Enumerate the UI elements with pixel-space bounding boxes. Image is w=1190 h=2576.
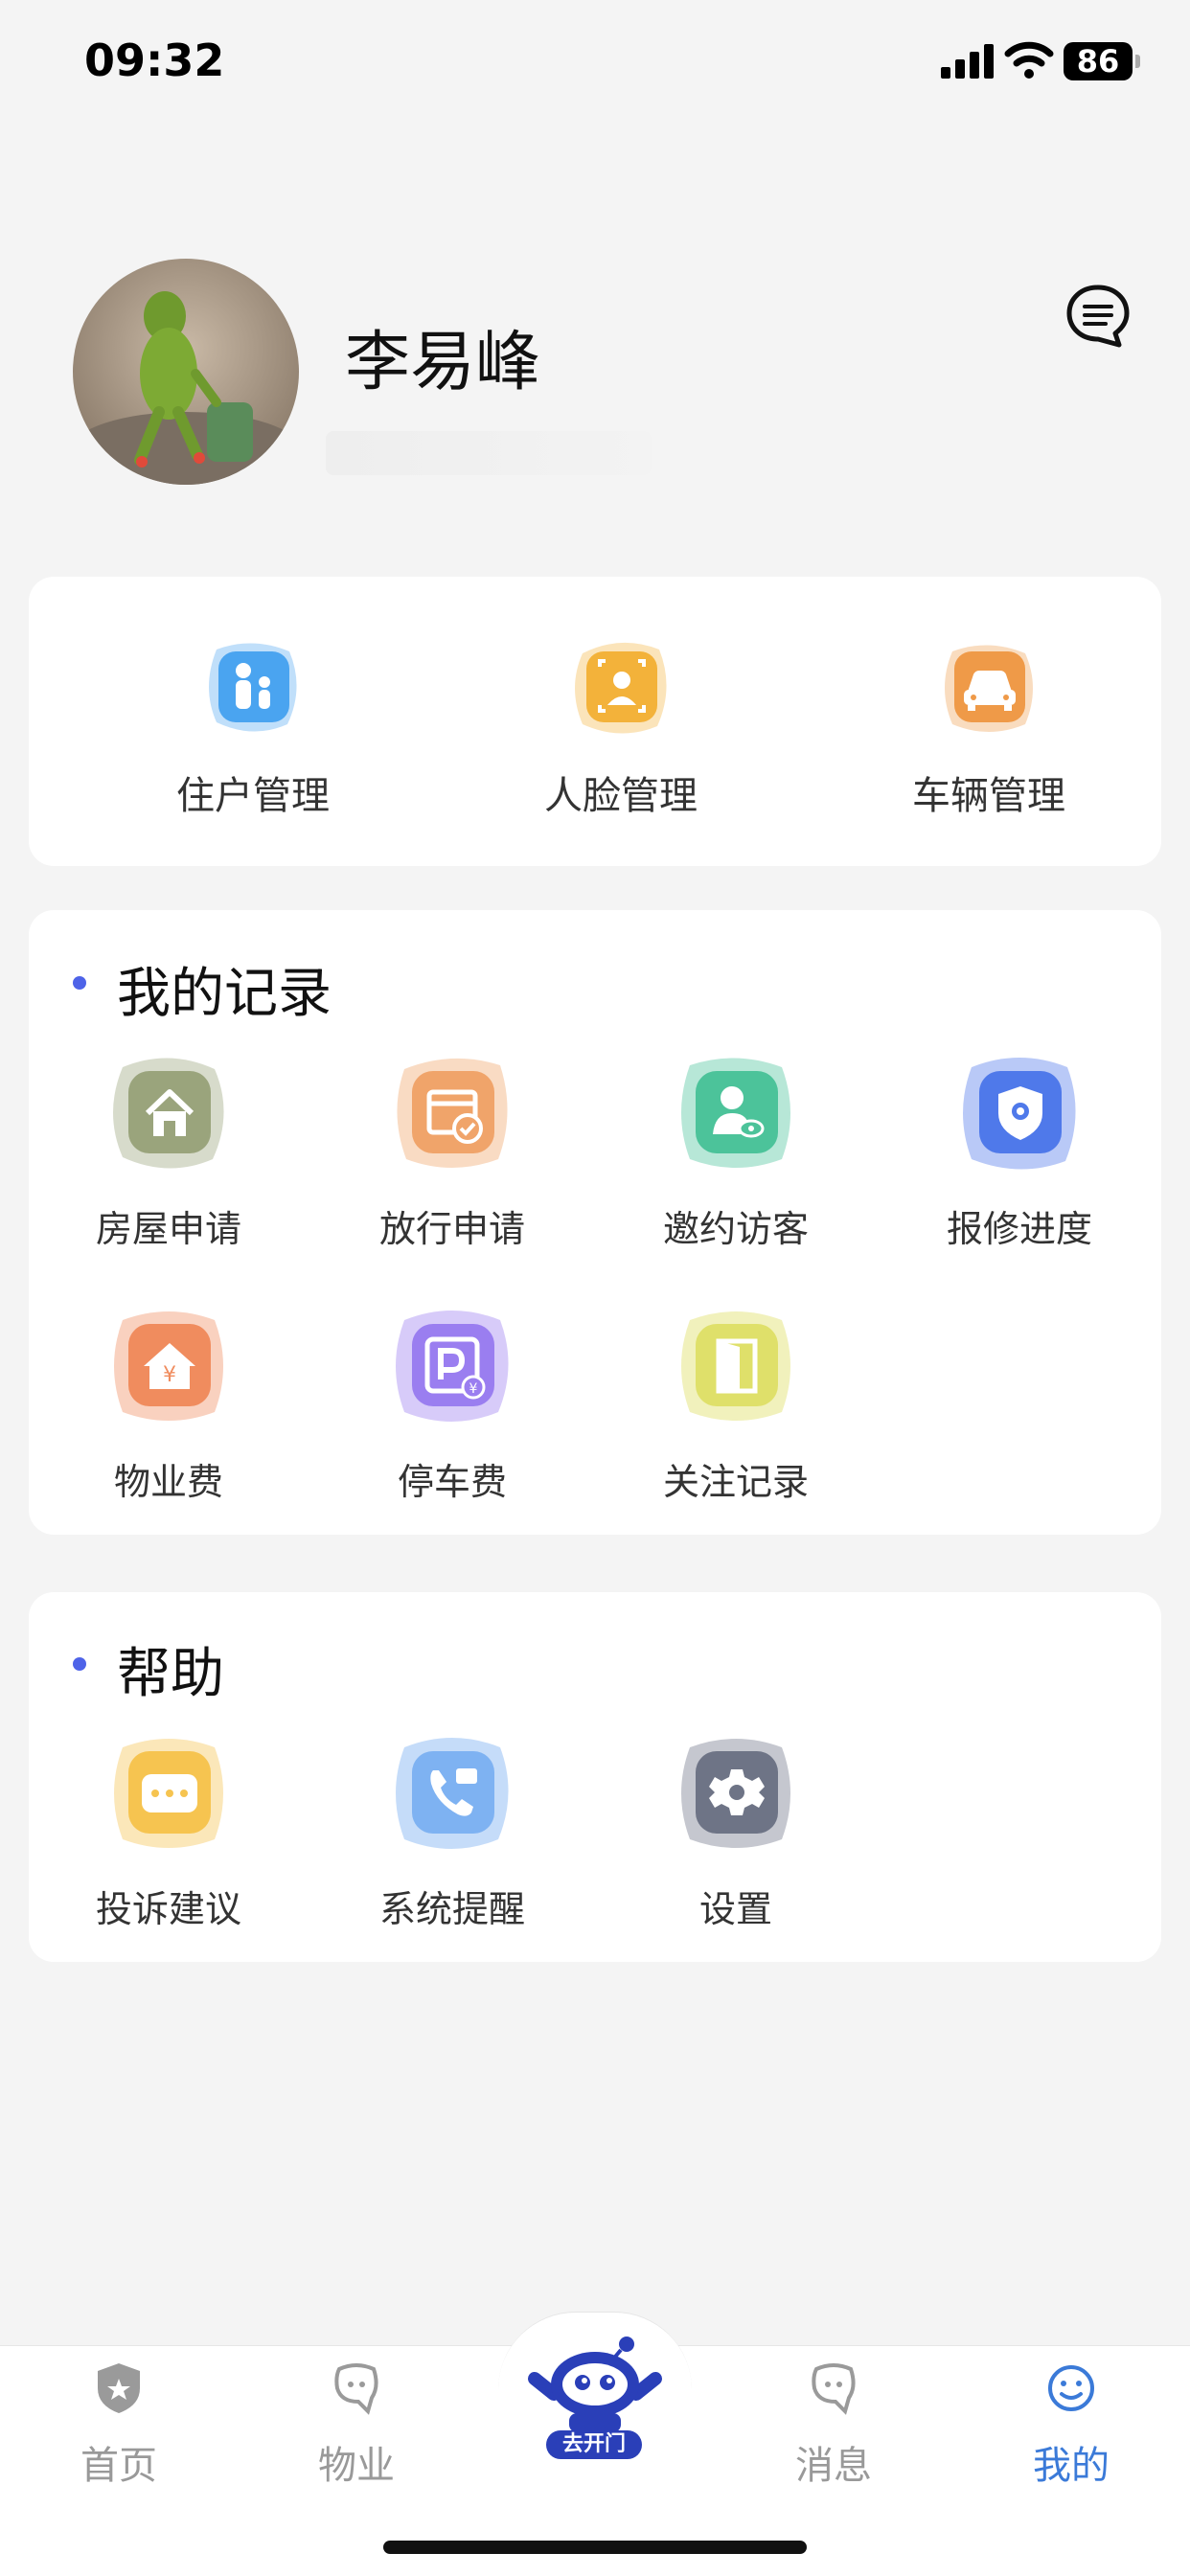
visitor-icon (681, 1058, 790, 1168)
help-item-label: 投诉建议 (95, 1888, 241, 1930)
quick-actions-card: 住户管理 人脸管理 车辆管理 (29, 577, 1161, 866)
help-card: 帮助 投诉建议 系统提醒 设置 (29, 1592, 1161, 1962)
help-item-label: 设置 (698, 1888, 772, 1930)
property-fee-icon: ¥ (114, 1311, 223, 1421)
feedback-icon (114, 1739, 223, 1848)
household-icon (209, 643, 297, 732)
svg-text:¥: ¥ (163, 1363, 176, 1387)
user-subtitle-placeholder (326, 431, 652, 475)
tab-label: 消息 (795, 2444, 872, 2488)
repair-shield-icon (963, 1058, 1076, 1170)
profile-header: 李易峰 (0, 249, 1190, 498)
record-item-label: 报修进度 (946, 1208, 1092, 1250)
record-item-label: 停车费 (397, 1461, 507, 1503)
tab-property[interactable]: 物业 (238, 2346, 475, 2499)
house-icon (113, 1058, 224, 1169)
robot-mascot-icon (528, 2337, 662, 2432)
record-item-label: 物业费 (113, 1461, 223, 1503)
message-bubble-icon[interactable] (1064, 282, 1133, 351)
car-icon (945, 645, 1033, 732)
tab-label: 物业 (318, 2444, 395, 2488)
status-bar: 09:32 86 (0, 0, 1190, 125)
section-dot (73, 976, 86, 990)
tab-mine[interactable]: 我的 (952, 2346, 1190, 2499)
open-door-label: 去开门 (546, 2430, 642, 2459)
home-shield-icon (98, 2363, 140, 2413)
record-item-label: 邀约访客 (662, 1208, 809, 1250)
home-indicator[interactable] (383, 2541, 807, 2554)
records-section-title: 我的记录 (117, 963, 332, 1025)
record-item-label: 房屋申请 (95, 1208, 241, 1250)
quick-action-label: 车辆管理 (912, 774, 1065, 818)
section-dot (73, 1657, 86, 1671)
tab-messages[interactable]: 消息 (715, 2346, 952, 2499)
tab-label: 我的 (1033, 2444, 1110, 2488)
message-chat-icon (812, 2363, 856, 2415)
tab-label: 首页 (80, 2444, 157, 2488)
battery-indicator: 86 (1064, 42, 1140, 80)
tab-home[interactable]: 首页 (0, 2346, 238, 2499)
settings-gear-icon (681, 1739, 790, 1848)
signal-icon (941, 44, 994, 79)
avatar[interactable] (73, 259, 299, 485)
release-pass-icon (397, 1058, 508, 1168)
door-icon (681, 1311, 790, 1421)
help-item-label: 系统提醒 (378, 1888, 525, 1930)
record-item-label: 关注记录 (662, 1461, 809, 1503)
parking-fee-icon: ¥ (396, 1311, 509, 1422)
my-records-card: 我的记录 房屋申请 放行申请 邀约访客 报修进度 ¥ 物业费 ¥ 停车费 关注记… (29, 910, 1161, 1535)
smiley-face-icon (1048, 2365, 1094, 2411)
user-name: 李易峰 (345, 325, 541, 400)
help-section-title: 帮助 (117, 1643, 224, 1705)
status-time: 09:32 (84, 34, 225, 86)
face-id-icon (575, 642, 667, 734)
open-door-button[interactable]: 去开门 (521, 2331, 669, 2474)
property-chat-icon (334, 2363, 378, 2415)
record-item-label: 放行申请 (378, 1208, 525, 1250)
phone-reminder-icon (396, 1738, 509, 1849)
wifi-icon (1004, 41, 1054, 79)
quick-action-label: 住户管理 (176, 774, 330, 818)
svg-text:¥: ¥ (469, 1381, 478, 1397)
quick-action-label: 人脸管理 (544, 774, 698, 818)
